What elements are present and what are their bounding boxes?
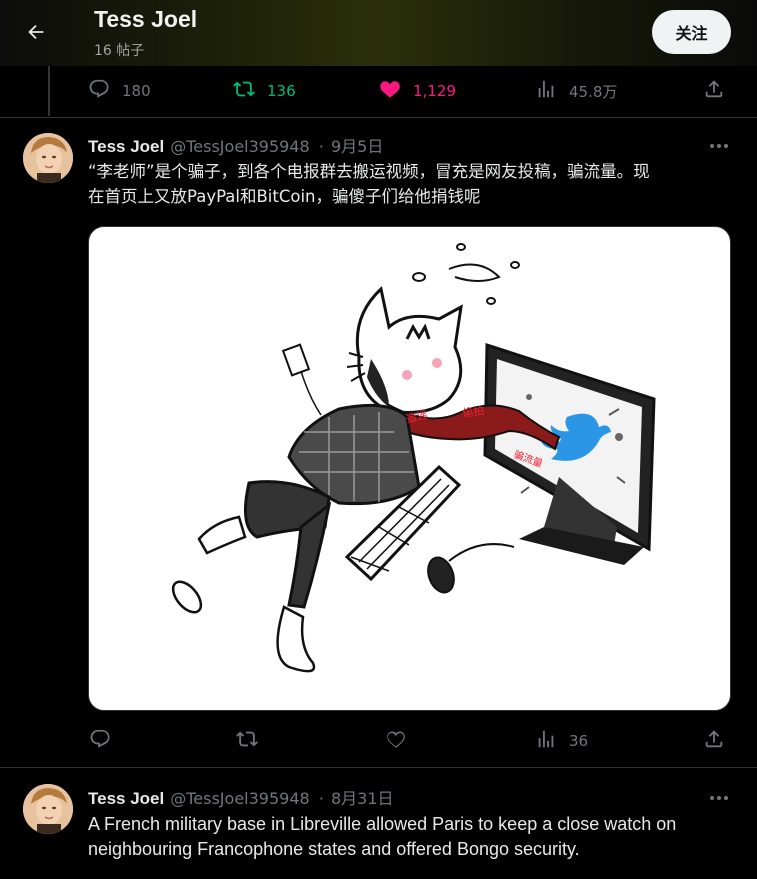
heart-icon: [379, 78, 401, 104]
avatar[interactable]: [23, 133, 73, 183]
separator: ·: [318, 137, 324, 156]
retweet-icon: [236, 728, 258, 754]
reply-icon: [88, 78, 110, 104]
tweet-text-line: 在首页上又放PayPal和BitCoin，骗傻子们给他捐钱呢: [88, 187, 481, 206]
retweet-count: 136: [267, 82, 296, 100]
profile-name-title: Tess Joel: [94, 6, 198, 32]
avatar[interactable]: [23, 784, 73, 834]
tweet-actions: 36: [0, 724, 757, 758]
divider: [0, 767, 757, 768]
share-button[interactable]: [703, 70, 725, 112]
more-icon[interactable]: [706, 788, 732, 808]
author-handle[interactable]: @TessJoel395948: [170, 789, 309, 808]
reply-icon: [89, 728, 111, 754]
previous-tweet-actions: 180 136 1,129 45.8万: [0, 70, 757, 112]
like-button[interactable]: [385, 724, 407, 758]
retweet-button[interactable]: [236, 724, 258, 758]
tweet-date[interactable]: 8月31日: [331, 789, 394, 808]
mouse-drawing: [427, 556, 455, 594]
post-count: 16 帖子: [94, 43, 145, 59]
tweet-image[interactable]: 造谣 偷拍 骗流量: [88, 226, 731, 711]
views-count: 45.8万: [569, 82, 618, 101]
share-icon: [703, 78, 725, 104]
views-icon: [535, 728, 557, 754]
cartoon-illustration: 造谣 偷拍 骗流量: [171, 243, 656, 673]
tweet-header: Tess Joel @TessJoel395948 · 9月5日: [88, 133, 383, 157]
tweet-text-line: “李老师”是个骗子，到各个电报群去搬运视频，冒充是网友投稿，骗流量。现: [88, 162, 650, 181]
views-icon: [535, 78, 557, 104]
retweet-button[interactable]: 136: [233, 70, 296, 112]
cat-head-drawing: [346, 286, 463, 414]
retweet-icon: [233, 78, 255, 104]
like-button[interactable]: 1,129: [379, 70, 456, 112]
flies-drawing: [412, 243, 520, 305]
profile-header: Tess Joel 16 帖子 关注: [0, 0, 757, 66]
reply-count: 180: [122, 82, 151, 100]
tweet-header: Tess Joel @TessJoel395948 · 8月31日: [88, 785, 394, 809]
share-button[interactable]: [703, 724, 725, 758]
author-name[interactable]: Tess Joel: [88, 789, 164, 808]
tweet-text: “李老师”是个骗子，到各个电报群去搬运视频，冒充是网友投稿，骗流量。现 在首页上…: [88, 159, 738, 209]
reply-button[interactable]: [89, 724, 111, 758]
tweet-text-line: neighbouring Francophone states and offe…: [88, 839, 580, 859]
author-name[interactable]: Tess Joel: [88, 137, 164, 156]
author-handle[interactable]: @TessJoel395948: [170, 137, 309, 156]
views-button[interactable]: 45.8万: [535, 70, 617, 112]
reply-button[interactable]: 180: [88, 70, 151, 112]
tweet-text-line: A French military base in Libreville all…: [88, 814, 677, 834]
back-arrow-icon[interactable]: [22, 18, 50, 46]
views-button[interactable]: 36: [535, 724, 588, 758]
views-count: 36: [569, 732, 589, 750]
share-icon: [703, 728, 725, 754]
tweet-text: A French military base in Libreville all…: [88, 812, 738, 862]
divider: [0, 117, 757, 118]
monitor-drawing: [483, 342, 656, 565]
heart-outline-icon: [385, 728, 407, 754]
tweet-date[interactable]: 9月5日: [331, 137, 383, 156]
follow-button[interactable]: 关注: [652, 10, 731, 54]
separator: ·: [318, 789, 324, 808]
like-count: 1,129: [413, 82, 456, 100]
more-icon[interactable]: [706, 136, 732, 156]
tag-drawing: [281, 343, 311, 377]
